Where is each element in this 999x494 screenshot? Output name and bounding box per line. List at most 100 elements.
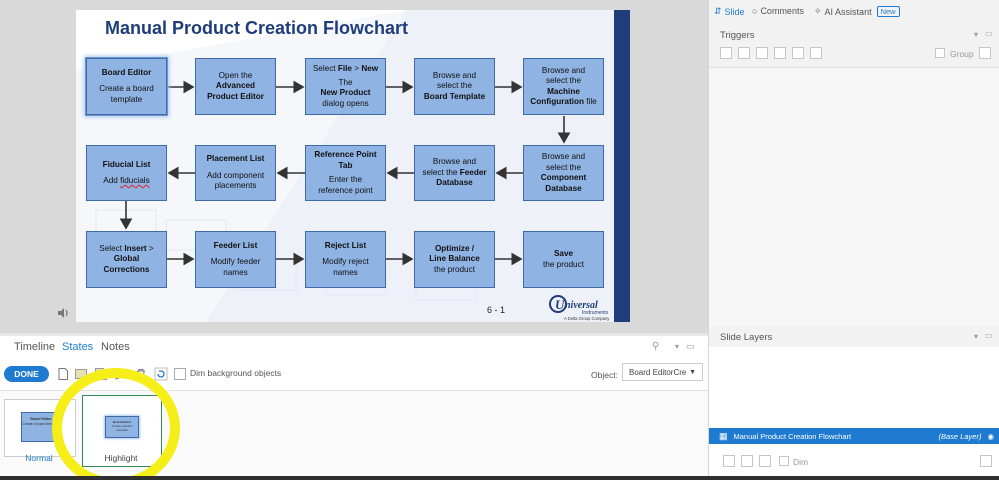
layer-settings-icon[interactable] bbox=[980, 455, 992, 467]
delete-trigger-icon[interactable] bbox=[792, 47, 804, 59]
svg-text:A Delta Group Company: A Delta Group Company bbox=[564, 316, 610, 321]
copy-trigger-icon[interactable] bbox=[756, 47, 768, 59]
box-line: select the bbox=[545, 162, 582, 172]
box-line: Add component bbox=[206, 170, 265, 180]
page-number: 6 - 1 bbox=[487, 305, 506, 315]
panel-restore-icon[interactable]: ▭ bbox=[686, 341, 695, 352]
flow-box-placement-list[interactable]: Placement List Add component placements bbox=[195, 145, 276, 201]
bottom-strip bbox=[0, 480, 999, 494]
slide-canvas[interactable]: Manual Product Creation Flowchart Board … bbox=[76, 10, 630, 322]
state-thumb-normal[interactable]: Board Editor Create a board template bbox=[4, 399, 76, 457]
group-checkbox[interactable] bbox=[935, 48, 945, 58]
pencil-icon[interactable] bbox=[114, 367, 128, 381]
box-line: Corrections bbox=[103, 264, 150, 274]
speaker-icon[interactable] bbox=[56, 306, 70, 320]
box-title: Optimize / bbox=[434, 243, 475, 253]
slide-title[interactable]: Manual Product Creation Flowchart bbox=[105, 18, 408, 39]
box-line: the product bbox=[543, 259, 584, 269]
tab-comments[interactable]: ○ Comments bbox=[752, 6, 804, 16]
dim-background-label: Dim background objects bbox=[190, 368, 282, 378]
box-line: Database bbox=[545, 183, 582, 193]
move-trigger-icon[interactable] bbox=[810, 47, 822, 59]
flow-box-reject-list[interactable]: Reject List Modify reject names bbox=[305, 231, 386, 288]
paste-trigger-icon[interactable] bbox=[774, 47, 786, 59]
object-select-value: Board EditorCre bbox=[629, 367, 687, 377]
box-line: select the bbox=[545, 76, 582, 85]
trash-icon[interactable] bbox=[134, 367, 148, 381]
box-line: names bbox=[333, 267, 358, 277]
tab-slide[interactable]: ⇵ Slide bbox=[714, 6, 745, 17]
flow-box-board-template[interactable]: Browse and select the Board Template bbox=[414, 58, 495, 115]
delete-layer-icon[interactable] bbox=[759, 455, 771, 467]
chevron-down-icon[interactable]: ▾ bbox=[974, 332, 978, 341]
tab-notes[interactable]: Notes bbox=[101, 341, 130, 353]
flow-box-board-editor[interactable]: Board Editor Create a board template bbox=[85, 57, 168, 116]
tab-ai-assistant[interactable]: ✧ AI Assistant New bbox=[814, 6, 900, 17]
flow-box-reference-point[interactable]: Reference Point Tab Enter the reference … bbox=[305, 145, 386, 201]
state-label-normal[interactable]: Normal bbox=[4, 453, 74, 463]
svg-text:U: U bbox=[555, 297, 565, 312]
flow-box-open-advanced-editor[interactable]: Open the Advanced Product Editor bbox=[195, 58, 276, 115]
box-title: Feeder List bbox=[213, 240, 258, 250]
edit-state-icon[interactable] bbox=[74, 367, 88, 381]
flow-box-machine-config[interactable]: Browse and select the Machine Configurat… bbox=[523, 58, 604, 115]
flow-box-optimize[interactable]: Optimize / Line Balance the product bbox=[414, 231, 495, 288]
dim-background-checkbox[interactable] bbox=[174, 368, 186, 380]
box-line: the product bbox=[434, 264, 475, 274]
slide-stage: Manual Product Creation Flowchart Board … bbox=[0, 0, 708, 333]
tab-label: Slide bbox=[724, 6, 745, 17]
chevron-down-icon[interactable]: ▾ bbox=[675, 342, 679, 351]
edit-trigger-icon[interactable] bbox=[738, 47, 750, 59]
box-line: Browse and bbox=[541, 65, 586, 75]
flow-box-save[interactable]: Save the product bbox=[523, 231, 604, 288]
box-title: Tab bbox=[338, 160, 353, 170]
box-title: Fiducial List bbox=[102, 159, 151, 169]
layer-row-base[interactable]: ▦ Manual Product Creation Flowchart (Bas… bbox=[709, 428, 999, 444]
reset-icon[interactable] bbox=[154, 367, 168, 381]
state-thumb-box: Board Editor Create a board template bbox=[105, 416, 139, 438]
flow-box-global-corrections[interactable]: Select Insert > Global Corrections bbox=[86, 231, 167, 288]
box-body: Create a board template bbox=[99, 84, 154, 104]
state-label-highlight[interactable]: Highlight bbox=[82, 453, 160, 463]
flow-box-feeder-list[interactable]: Feeder List Modify feeder names bbox=[195, 231, 276, 288]
triggers-title: Triggers bbox=[720, 30, 755, 41]
flow-box-file-new[interactable]: Select File > New The New Product dialog… bbox=[305, 58, 386, 115]
box-line: Select File > New bbox=[312, 64, 379, 73]
box-line: Database bbox=[436, 178, 473, 188]
box-line: Advanced bbox=[215, 81, 256, 91]
dim-checkbox[interactable] bbox=[779, 456, 789, 466]
comment-icon: ○ bbox=[752, 6, 758, 16]
new-layer-icon[interactable] bbox=[723, 455, 735, 467]
universal-logo: U niversal Instruments A Delta Group Com… bbox=[546, 293, 616, 321]
new-state-icon[interactable] bbox=[56, 367, 70, 381]
box-line: dialog opens bbox=[322, 98, 369, 108]
box-title: Placement List bbox=[206, 154, 265, 164]
states-list: Board Editor Create a board template Nor… bbox=[0, 390, 708, 477]
flow-box-component-database[interactable]: Browse and select the Component Database bbox=[523, 145, 604, 201]
box-line: Global bbox=[113, 254, 140, 264]
pin-icon[interactable]: ⚲ bbox=[652, 341, 659, 352]
triggers-list bbox=[709, 67, 999, 326]
flow-box-fiducial-list[interactable]: Fiducial List Add fiducials bbox=[86, 145, 167, 201]
box-line: Machine bbox=[547, 86, 580, 96]
chevron-down-icon[interactable]: ▾ bbox=[974, 30, 978, 39]
tab-states[interactable]: States bbox=[62, 341, 93, 353]
eye-icon[interactable]: ◉ bbox=[987, 432, 994, 441]
new-trigger-icon[interactable] bbox=[720, 47, 732, 59]
box-title: Reject List bbox=[324, 240, 367, 250]
slide-accent-bar bbox=[614, 10, 630, 322]
duplicate-layer-icon[interactable] bbox=[741, 455, 753, 467]
flow-box-feeder-database[interactable]: Browse and select the Feeder Database bbox=[414, 145, 495, 201]
states-panel: Timeline States Notes ⚲ ▾ ▭ DONE Dim bac… bbox=[0, 336, 708, 477]
tab-timeline[interactable]: Timeline bbox=[14, 341, 55, 353]
trigger-settings-icon[interactable] bbox=[979, 47, 991, 59]
object-select[interactable]: Board EditorCre ▼ bbox=[622, 363, 703, 381]
group-label: Group bbox=[950, 49, 974, 59]
done-button[interactable]: DONE bbox=[4, 366, 49, 382]
box-line: select the bbox=[436, 81, 473, 91]
box-line: New Product bbox=[320, 88, 371, 97]
box-line: Enter the bbox=[328, 175, 363, 184]
duplicate-state-icon[interactable] bbox=[94, 367, 108, 381]
panel-restore-icon[interactable]: ▭ bbox=[985, 331, 993, 340]
panel-restore-icon[interactable]: ▭ bbox=[985, 29, 993, 38]
